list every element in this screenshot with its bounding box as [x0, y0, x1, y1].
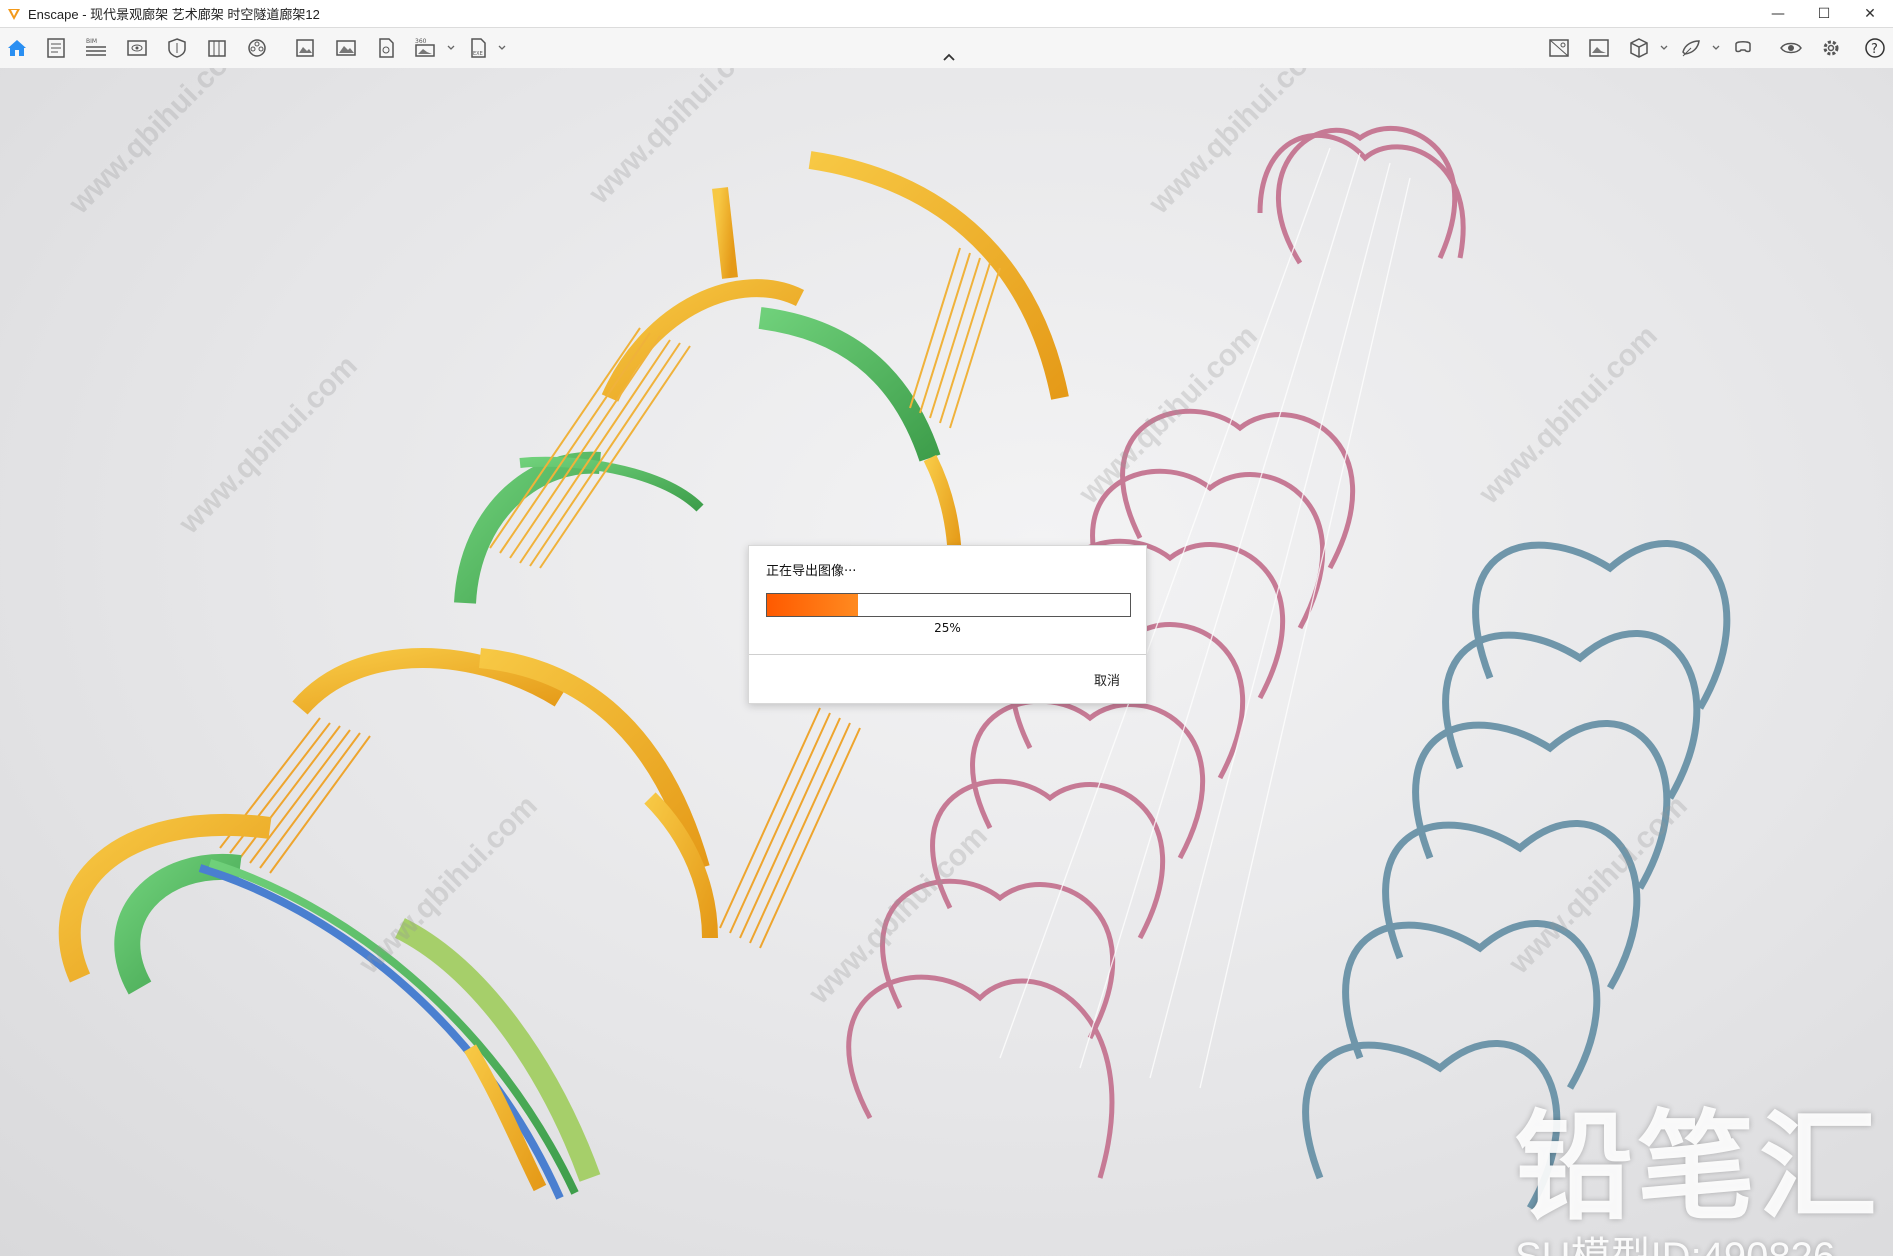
collapse-toolbar-chevron-icon[interactable] — [940, 51, 958, 65]
export-panorama-icon[interactable] — [373, 35, 399, 61]
visibility-icon[interactable] — [1778, 35, 1804, 61]
chevron-down-icon[interactable] — [446, 43, 456, 53]
chevron-down-icon[interactable] — [1711, 43, 1721, 53]
brand-name: 铅笔汇 — [1515, 1102, 1882, 1234]
export-360-icon[interactable]: 360 — [412, 35, 438, 61]
vr-headset-icon[interactable] — [1730, 35, 1756, 61]
svg-text:BIM: BIM — [86, 38, 97, 45]
title-bar: Enscape - 现代景观廊架 艺术廊架 时空隧道廊架12 — ☐ ✕ — [0, 0, 1893, 28]
export-progress-bar — [766, 593, 1131, 617]
video-editor-icon[interactable] — [244, 35, 270, 61]
dialog-divider — [749, 654, 1146, 655]
export-progress-dialog: 正在导出图像··· 25% 取消 — [748, 545, 1147, 704]
sync-views-icon[interactable] — [1546, 35, 1572, 61]
chevron-down-icon[interactable] — [497, 43, 507, 53]
enscape-logo-icon — [8, 8, 20, 20]
model-id: SU模型ID:490826 — [1515, 1224, 1881, 1256]
help-icon[interactable]: ? — [1862, 35, 1888, 61]
view-cube-icon[interactable] — [1626, 35, 1652, 61]
progress-fill — [767, 594, 858, 616]
feedback-icon[interactable] — [1678, 35, 1704, 61]
material-editor-icon[interactable] — [204, 35, 230, 61]
render-image-icon[interactable] — [292, 35, 318, 61]
svg-text:EXE: EXE — [473, 51, 483, 57]
yellow-arch-group-upper — [454, 151, 1069, 604]
svg-text:?: ? — [1871, 42, 1878, 57]
export-exe-icon[interactable]: EXE — [465, 35, 491, 61]
asset-library-icon[interactable] — [164, 35, 190, 61]
minimize-button[interactable]: — — [1755, 0, 1801, 27]
brand-watermark: 铅笔汇 SU模型ID:490826 — [1515, 1108, 1881, 1256]
bim-icon[interactable]: BIM — [83, 35, 109, 61]
chevron-down-icon[interactable] — [1659, 43, 1669, 53]
batch-render-icon[interactable] — [333, 35, 359, 61]
preview-window-icon[interactable] — [124, 35, 150, 61]
export-status-message: 正在导出图像··· — [766, 564, 857, 579]
home-icon[interactable] — [4, 35, 30, 61]
project-info-icon[interactable] — [43, 35, 69, 61]
progress-percentage: 25% — [934, 621, 961, 635]
svg-text:360: 360 — [415, 38, 427, 45]
capture-icon[interactable] — [1586, 35, 1612, 61]
settings-icon[interactable] — [1818, 35, 1844, 61]
maximize-button[interactable]: ☐ — [1801, 0, 1847, 27]
yellow-arch-group-lower — [58, 648, 861, 1200]
window-title: Enscape - 现代景观廊架 艺术廊架 时空隧道廊架12 — [28, 7, 320, 22]
close-button[interactable]: ✕ — [1847, 0, 1893, 27]
cancel-button[interactable]: 取消 — [1094, 670, 1120, 689]
